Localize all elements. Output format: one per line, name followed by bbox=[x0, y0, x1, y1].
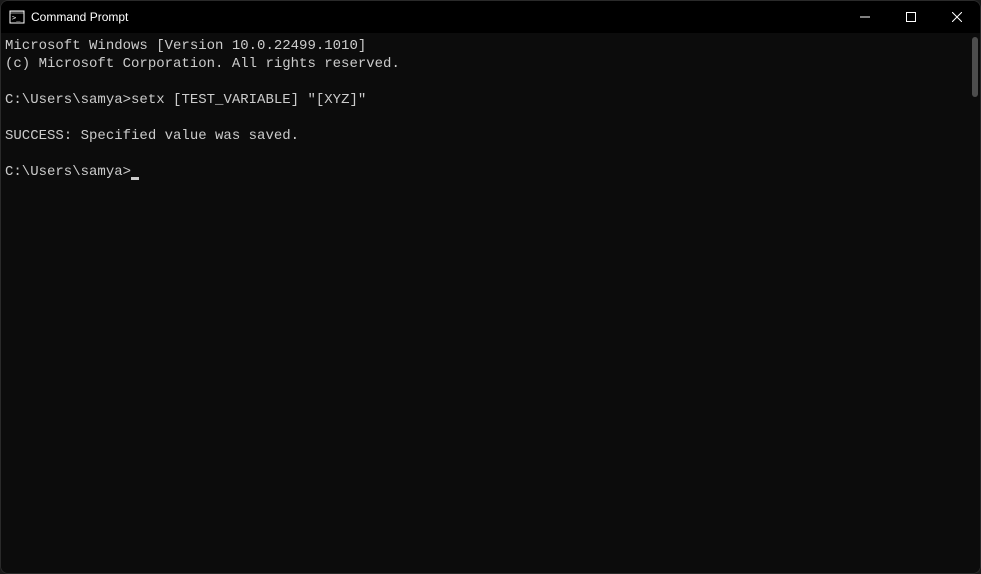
cursor bbox=[131, 177, 139, 180]
titlebar-left: >_ Command Prompt bbox=[9, 9, 128, 25]
prompt-path: C:\Users\samya> bbox=[5, 92, 131, 108]
titlebar[interactable]: >_ Command Prompt bbox=[1, 1, 980, 33]
cmd-icon: >_ bbox=[9, 9, 25, 25]
terminal-body[interactable]: Microsoft Windows [Version 10.0.22499.10… bbox=[1, 33, 980, 573]
entered-command: setx [TEST_VARIABLE] "[XYZ]" bbox=[131, 92, 366, 108]
minimize-button[interactable] bbox=[842, 1, 888, 33]
window-title: Command Prompt bbox=[31, 10, 128, 24]
close-button[interactable] bbox=[934, 1, 980, 33]
copyright-line: (c) Microsoft Corporation. All rights re… bbox=[5, 56, 400, 72]
success-message: SUCCESS: Specified value was saved. bbox=[5, 128, 299, 144]
scrollbar-thumb[interactable] bbox=[972, 37, 978, 97]
command-prompt-window: >_ Command Prompt Microsoft Windows [Ver… bbox=[0, 0, 981, 574]
terminal-content: Microsoft Windows [Version 10.0.22499.10… bbox=[5, 37, 980, 181]
prompt-path: C:\Users\samya> bbox=[5, 164, 131, 180]
svg-text:>_: >_ bbox=[12, 14, 21, 22]
window-controls bbox=[842, 1, 980, 33]
maximize-button[interactable] bbox=[888, 1, 934, 33]
prompt-line: C:\Users\samya>setx [TEST_VARIABLE] "[XY… bbox=[5, 92, 366, 108]
current-prompt: C:\Users\samya> bbox=[5, 164, 139, 180]
version-line: Microsoft Windows [Version 10.0.22499.10… bbox=[5, 38, 366, 54]
